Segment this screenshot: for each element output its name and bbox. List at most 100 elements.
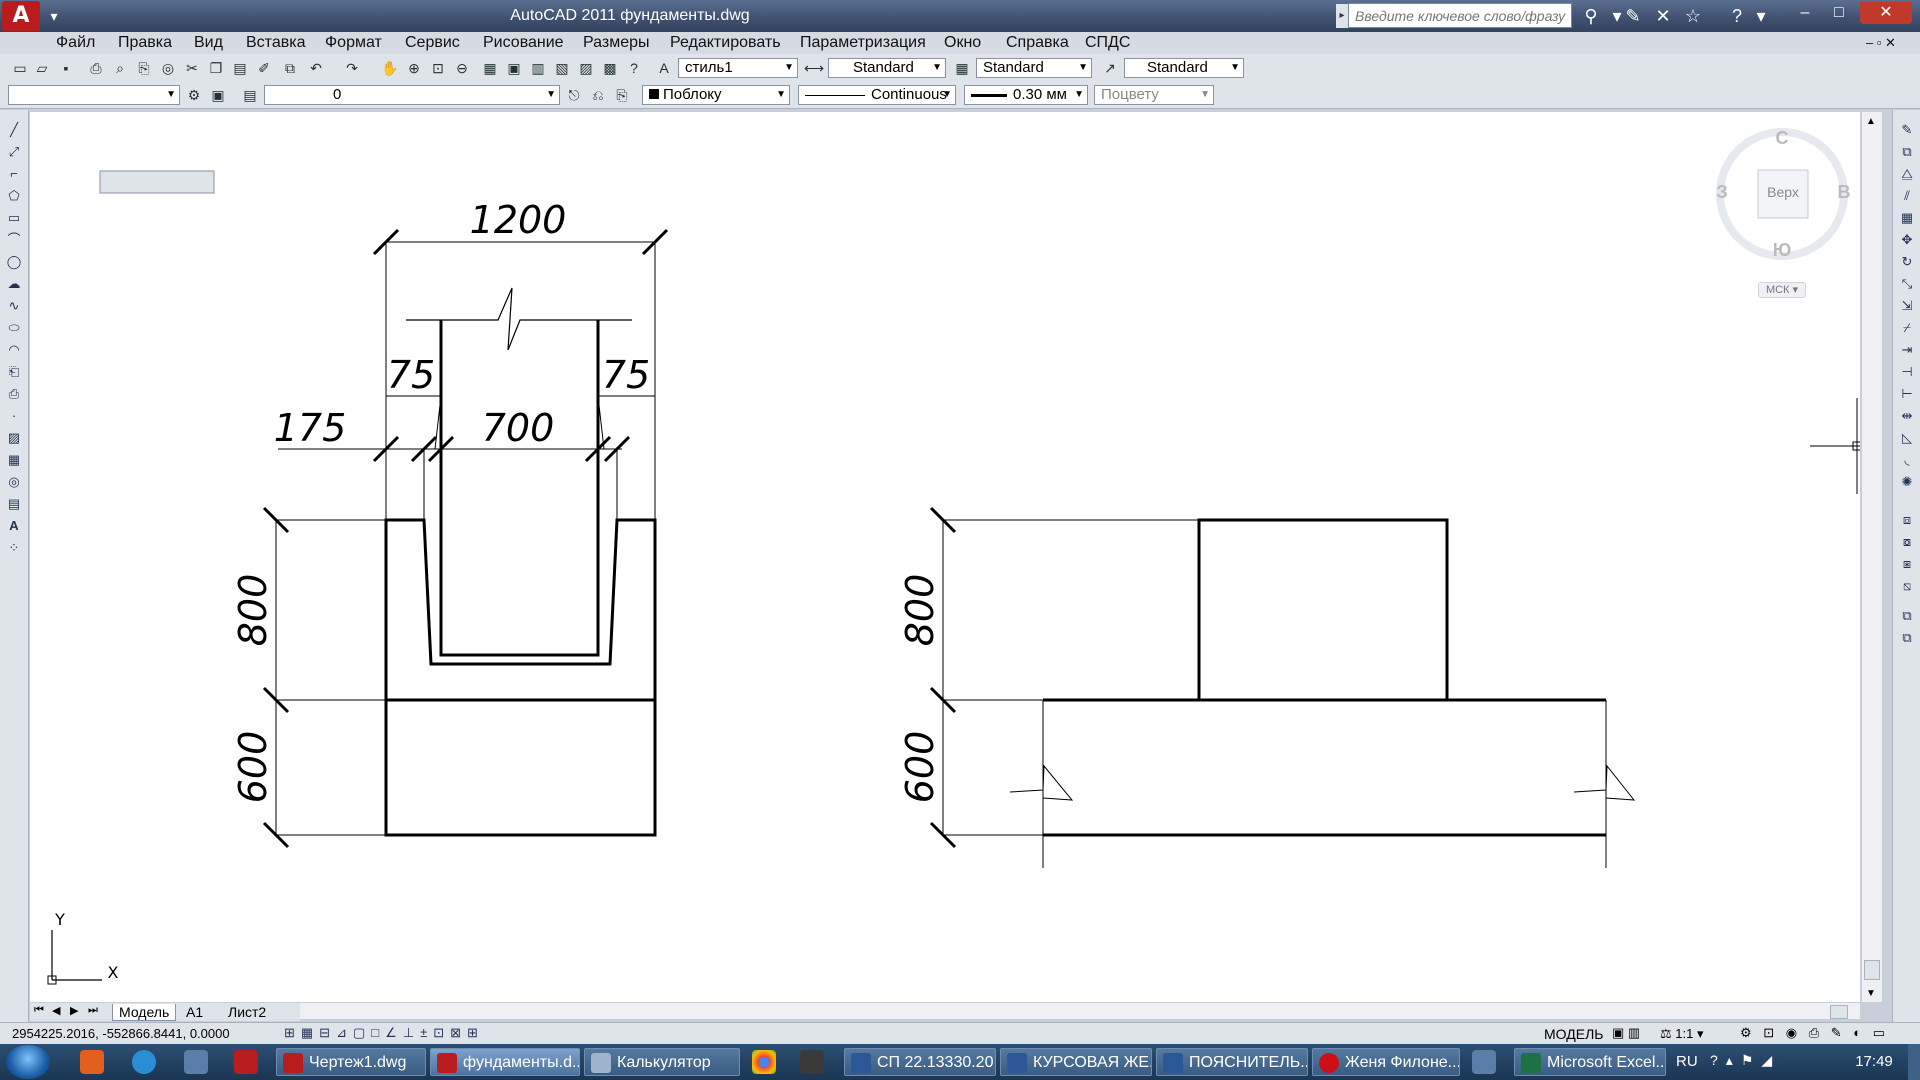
dims-front-icon[interactable]: ⧉	[1897, 628, 1917, 648]
scale-icon[interactable]: ⤡	[1897, 274, 1917, 294]
annotation-scale[interactable]: ⚖ 1:1 ▾	[1660, 1026, 1704, 1042]
polygon-icon[interactable]: ⬠	[4, 186, 24, 206]
menu-insert[interactable]: Вставка	[246, 34, 305, 52]
draworder-back-icon[interactable]: ⧇	[1897, 532, 1917, 552]
chrome-icon[interactable]	[752, 1050, 776, 1074]
copy-object-icon[interactable]: ⧉	[1897, 142, 1917, 162]
menu-edit[interactable]: Правка	[118, 34, 172, 52]
undo-icon[interactable]: ↶	[306, 58, 326, 78]
system-tray-icons[interactable]: ?▴⚑◢	[1710, 1052, 1830, 1072]
break-at-point-icon[interactable]: ⊣	[1897, 362, 1917, 382]
hscroll-thumb[interactable]	[1830, 1005, 1848, 1019]
tab-a1[interactable]: А1	[180, 1004, 209, 1020]
vertical-scrollbar[interactable]: ▲ ▼	[1862, 112, 1882, 1002]
open-file-icon[interactable]: ▱	[32, 58, 52, 78]
ucs-menu[interactable]: МСК ▾	[1758, 282, 1806, 298]
text-style-select[interactable]: стиль1 ▼	[678, 58, 798, 78]
tool-palettes-icon[interactable]: ▥	[528, 58, 548, 78]
color-select[interactable]: Поблоку ▼	[642, 85, 790, 105]
dim-style-select[interactable]: Standard ▼	[828, 58, 946, 78]
point-icon[interactable]: ·	[4, 406, 24, 426]
gradient-icon[interactable]: ▦	[4, 450, 24, 470]
calculator-icon[interactable]: ▩	[600, 58, 620, 78]
sheet-set-icon[interactable]: ▧	[552, 58, 572, 78]
zoom-previous-icon[interactable]: ⊖	[452, 58, 472, 78]
circle-icon[interactable]: ◯	[4, 252, 24, 272]
menu-parametric[interactable]: Параметризация	[800, 34, 926, 52]
close-button[interactable]: ✕	[1860, 2, 1912, 24]
language-indicator[interactable]: RU	[1676, 1044, 1700, 1080]
menu-format[interactable]: Формат	[325, 34, 382, 52]
copy-icon[interactable]: ❐	[206, 58, 226, 78]
menu-modify[interactable]: Редактировать	[670, 34, 781, 52]
3d-dwf-icon[interactable]: ◎	[158, 58, 178, 78]
polyline-icon[interactable]: ⌐	[4, 164, 24, 184]
tab-last-icon[interactable]: ⏭	[88, 1004, 98, 1017]
help-dropdown-icon[interactable]: ▾	[1748, 4, 1774, 28]
floating-toolbar[interactable]	[99, 170, 215, 194]
viewcube-west[interactable]: З	[1712, 182, 1732, 203]
chamfer-icon[interactable]: ◺	[1897, 428, 1917, 448]
tab-sheet2[interactable]: Лист2	[222, 1004, 272, 1020]
line-icon[interactable]: ╱	[4, 120, 24, 140]
minimize-button[interactable]: –	[1788, 2, 1822, 24]
customize-icon[interactable]: ▣	[208, 85, 228, 105]
task-kursovaya[interactable]: КУРСОВАЯ ЖЕ...	[1000, 1048, 1152, 1076]
menu-help[interactable]: Справка	[1006, 34, 1069, 52]
table-icon[interactable]: ▤	[4, 494, 24, 514]
help-toolbar-icon[interactable]: ?	[624, 58, 644, 78]
tab-next-icon[interactable]: ▶	[70, 1004, 78, 1017]
ellipse-arc-icon[interactable]: ◠	[4, 340, 24, 360]
coordinates-readout[interactable]: 2954225.2016, -552866.8441, 0.0000	[12, 1026, 230, 1041]
doc-window-controls[interactable]: – ▫ ✕	[1866, 34, 1896, 52]
zoom-realtime-icon[interactable]: ⊕	[404, 58, 424, 78]
extend-icon[interactable]: ⇥	[1897, 340, 1917, 360]
workspace-select[interactable]: ▼	[8, 85, 180, 105]
make-current-layer-icon[interactable]: ⎋	[564, 85, 584, 105]
paste-icon[interactable]: ▤	[230, 58, 250, 78]
task-sp22[interactable]: СП 22.13330.20...	[844, 1048, 996, 1076]
plot-preview-icon[interactable]: ⌕	[110, 58, 130, 78]
insert-block-icon[interactable]: ⎗	[4, 362, 24, 382]
workspace-settings-icon[interactable]: ⚙	[184, 85, 204, 105]
maximize-button[interactable]: □	[1822, 2, 1856, 24]
explode-icon[interactable]: ✺	[1897, 472, 1917, 492]
multileader-style-icon[interactable]: ↗	[1100, 58, 1120, 78]
match-properties-icon[interactable]: ✐	[254, 58, 274, 78]
layer-previous-icon[interactable]: ⎌	[588, 85, 608, 105]
text-front-icon[interactable]: ⧉	[1897, 606, 1917, 626]
menu-window[interactable]: Окно	[944, 34, 981, 52]
tab-model[interactable]: Модель	[112, 1004, 177, 1021]
show-desktop-icon[interactable]	[184, 1050, 208, 1074]
menu-tools[interactable]: Сервис	[405, 34, 460, 52]
clock[interactable]: 17:49	[1844, 1044, 1904, 1080]
viewcube-east[interactable]: В	[1834, 182, 1854, 203]
array-icon[interactable]: ▦	[1897, 208, 1917, 228]
publish-icon[interactable]: ⎘	[134, 58, 154, 78]
pdf-reader-icon[interactable]	[234, 1050, 258, 1074]
scroll-up-icon[interactable]: ▲	[1866, 116, 1876, 127]
tab-prev-icon[interactable]: ◀	[52, 1004, 60, 1017]
task-fundamenty[interactable]: фундаменты.d...	[430, 1048, 580, 1076]
stretch-icon[interactable]: ⇲	[1897, 296, 1917, 316]
draworder-above-icon[interactable]: ⧆	[1897, 554, 1917, 574]
pan-icon[interactable]: ✋	[380, 58, 400, 78]
drafting-toggles[interactable]: ⊞▦⊟⊿▢□∠⊥±⊡⊠⊞	[284, 1025, 584, 1043]
plot-style-select[interactable]: Поцвету ▼	[1094, 85, 1214, 105]
scroll-down-icon[interactable]: ▼	[1866, 988, 1876, 999]
new-file-icon[interactable]: ▭	[10, 58, 30, 78]
tab-first-icon[interactable]: ⏮	[34, 1004, 44, 1017]
help-icon[interactable]: ?	[1724, 4, 1750, 28]
media-player-icon[interactable]	[80, 1050, 104, 1074]
table-style-select[interactable]: Standard ▼	[976, 58, 1092, 78]
task-poyasnitelnaya[interactable]: ПОЯСНИТЕЛЬ...	[1156, 1048, 1308, 1076]
linetype-select[interactable]: Continuous ▼	[798, 85, 956, 105]
volume-app-icon[interactable]	[1472, 1050, 1496, 1074]
region-icon[interactable]: ◎	[4, 472, 24, 492]
plot-icon[interactable]: ⎙	[86, 58, 106, 78]
table-style-icon[interactable]: ▦	[952, 58, 972, 78]
viewcube-top-face[interactable]: Верх	[1758, 184, 1808, 200]
drawing-area[interactable]: 1200 75 75 175 700 800 600 800 600 Y X	[30, 112, 1860, 1002]
task-drawing1[interactable]: Чертеж1.dwg	[276, 1048, 426, 1076]
binoculars-icon[interactable]: ⚲	[1578, 4, 1604, 28]
